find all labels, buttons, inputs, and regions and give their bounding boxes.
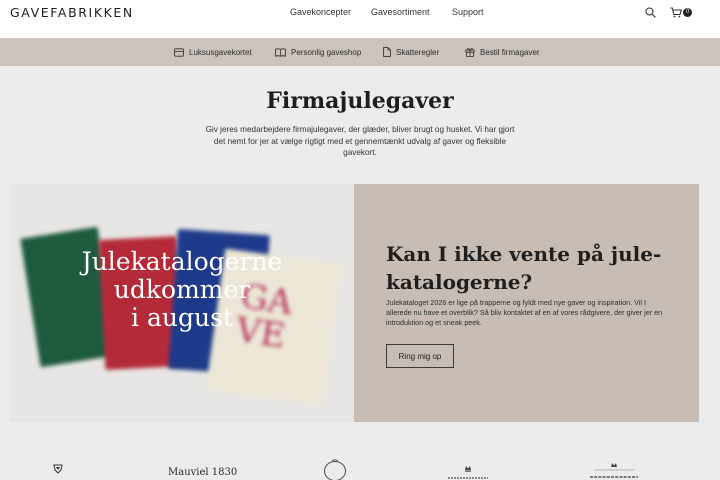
brand-circle-logo (324, 459, 346, 480)
nav-gavesortiment[interactable]: Gavesortiment (371, 7, 430, 17)
book-icon (275, 47, 286, 57)
brand-mauviel: Mauviel 1830 (168, 467, 238, 478)
catalog-cta-panel: Kan I ikke vente på jule-katalogerne? Ju… (354, 184, 699, 422)
document-icon (383, 47, 391, 57)
subnav-personlig-gaveshop[interactable]: Personlig gaveshop (275, 46, 361, 58)
top-header: GAVEFABRIKKEN Gavekoncepter Gavesortimen… (0, 0, 720, 38)
catalog-hero-image: GAVE Julekatalogerne udkommer i august (10, 184, 354, 422)
subnav-luksusgavekortet[interactable]: Luksusgavekortet (174, 46, 252, 58)
subnav-label: Luksusgavekortet (189, 47, 252, 57)
brand-crest-logo (53, 464, 63, 474)
cart-icon[interactable] (670, 7, 682, 18)
brand-royal-logo-2 (590, 463, 638, 478)
subnav-label: Bestil firmagaver (480, 47, 540, 57)
page-intro: Giv jeres medarbejdere firmajulegaver, d… (205, 125, 515, 157)
subnav-label: Personlig gaveshop (291, 47, 362, 57)
call-me-button[interactable]: Ring mig op (386, 344, 454, 368)
nav-gavekoncepter[interactable]: Gavekoncepter (290, 7, 351, 17)
cart-count-badge: 0 (683, 8, 692, 17)
sub-navigation: Luksusgavekortet Personlig gaveshop Skat… (0, 38, 720, 66)
gift-card-icon (174, 47, 184, 57)
nav-support[interactable]: Support (452, 7, 484, 17)
subnav-bestil-firmagaver[interactable]: Bestil firmagaver (465, 46, 540, 58)
subnav-label: Skatteregler (396, 47, 440, 57)
search-icon[interactable] (645, 7, 656, 18)
subnav-skatteregler[interactable]: Skatteregler (383, 46, 439, 58)
logo[interactable]: GAVEFABRIKKEN (10, 5, 134, 20)
overlay-line: udkommer (113, 275, 251, 304)
brand-royal-logo-1 (448, 466, 488, 479)
overlay-line: Julekatalogerne (81, 247, 283, 276)
panel-heading: Kan I ikke vente på jule-katalogerne? (386, 242, 662, 294)
gift-icon (465, 48, 475, 57)
page-title: Firmajulegaver (266, 88, 454, 114)
hero-overlay-text: Julekatalogerne udkommer i august (10, 248, 354, 332)
overlay-line: i august (131, 303, 233, 332)
panel-text: Julekataloget 2026 er lige på trapperne … (386, 298, 663, 327)
